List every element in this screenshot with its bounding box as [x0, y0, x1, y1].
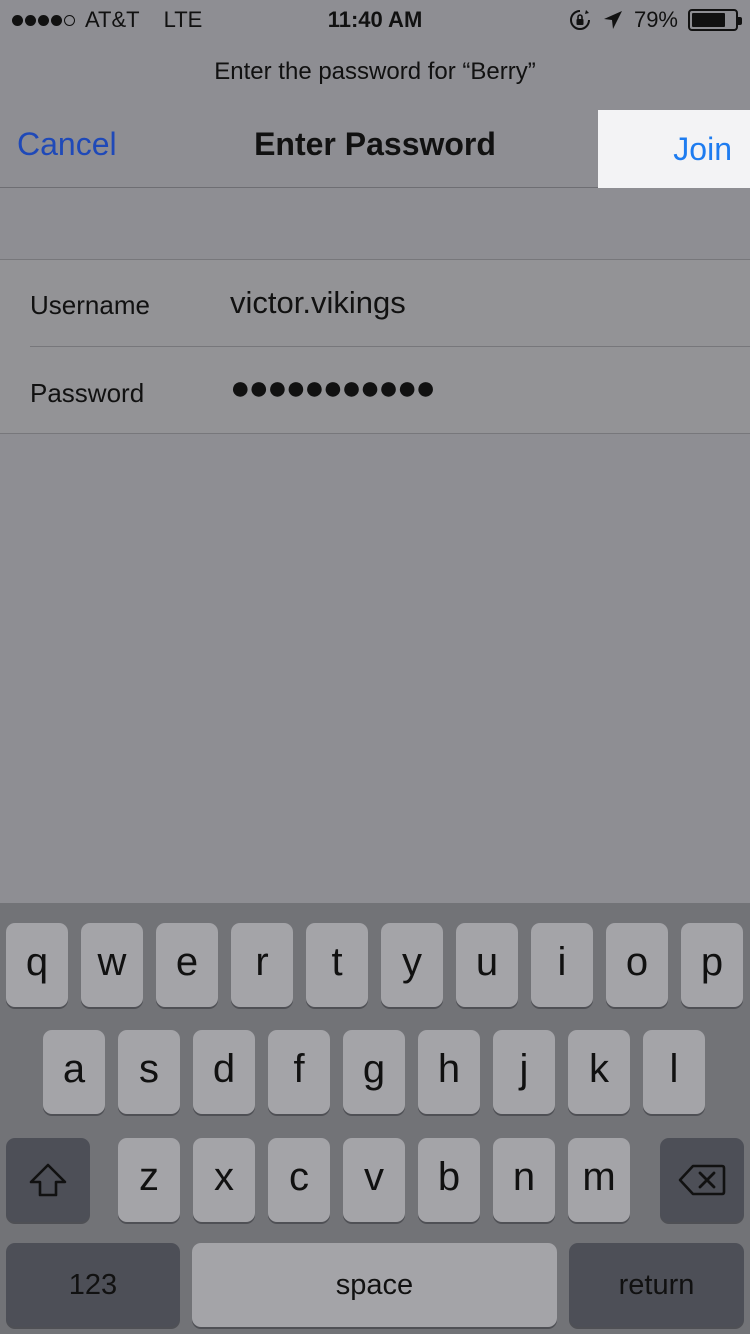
key-g[interactable]: g [343, 1030, 405, 1114]
key-h[interactable]: h [418, 1030, 480, 1114]
key-l[interactable]: l [643, 1030, 705, 1114]
username-field[interactable]: victor.vikings [230, 285, 406, 321]
key-a[interactable]: a [43, 1030, 105, 1114]
key-y[interactable]: y [381, 923, 443, 1007]
key-d[interactable]: d [193, 1030, 255, 1114]
signal-strength-icon [12, 14, 75, 26]
join-button[interactable]: Join [598, 110, 750, 188]
status-bar: AT&T LTE 11:40 AM 79% [0, 0, 750, 40]
return-key[interactable]: return [569, 1243, 744, 1327]
key-i[interactable]: i [531, 923, 593, 1007]
key-x[interactable]: x [193, 1138, 255, 1222]
battery-percentage: 79% [633, 7, 678, 32]
status-left: AT&T LTE [12, 7, 202, 33]
battery-icon [688, 9, 742, 31]
key-j[interactable]: j [493, 1030, 555, 1114]
key-z[interactable]: z [118, 1138, 180, 1222]
signal-dot [25, 14, 36, 26]
key-r[interactable]: r [231, 923, 293, 1007]
status-right: 79% [568, 7, 742, 33]
signal-dot-empty [64, 14, 75, 26]
keyboard: q w e r t y u i o p a s d f g h j k l z … [0, 903, 750, 1334]
key-e[interactable]: e [156, 923, 218, 1007]
shift-arrow-icon [28, 1162, 68, 1198]
password-label: Password [30, 378, 145, 408]
username-row[interactable]: Username victor.vikings [0, 260, 750, 347]
username-label: Username [30, 290, 150, 320]
key-v[interactable]: v [343, 1138, 405, 1222]
join-label: Join [673, 130, 732, 167]
key-o[interactable]: o [606, 923, 668, 1007]
password-prompt: Enter the password for “Berry” [214, 58, 536, 85]
cancel-button[interactable]: Cancel [17, 126, 117, 163]
orientation-lock-icon [568, 8, 592, 32]
key-q[interactable]: q [6, 923, 68, 1007]
key-n[interactable]: n [493, 1138, 555, 1222]
delete-key[interactable] [660, 1138, 744, 1222]
key-p[interactable]: p [681, 923, 743, 1007]
key-c[interactable]: c [268, 1138, 330, 1222]
password-row[interactable]: Password ●●●●●●●●●●● [0, 347, 750, 434]
network-type: LTE [163, 7, 203, 32]
password-field[interactable]: ●●●●●●●●●●● [230, 369, 436, 408]
key-m[interactable]: m [568, 1138, 630, 1222]
key-k[interactable]: k [568, 1030, 630, 1114]
navigation-bar: Cancel Enter Password Join [0, 110, 750, 188]
key-t[interactable]: t [306, 923, 368, 1007]
carrier-name: AT&T [85, 7, 140, 32]
signal-dot [51, 14, 62, 26]
credentials-form: Username victor.vikings Password ●●●●●●●… [0, 259, 750, 434]
battery-tip [738, 17, 742, 25]
signal-dot [12, 14, 23, 26]
shift-key[interactable] [6, 1138, 90, 1222]
space-key[interactable]: space [192, 1243, 557, 1327]
key-w[interactable]: w [81, 923, 143, 1007]
backspace-icon [678, 1163, 726, 1197]
signal-dot [38, 14, 49, 26]
key-b[interactable]: b [418, 1138, 480, 1222]
battery-fill [692, 13, 726, 27]
key-s[interactable]: s [118, 1030, 180, 1114]
key-u[interactable]: u [456, 923, 518, 1007]
key-f[interactable]: f [268, 1030, 330, 1114]
location-arrow-icon [602, 9, 624, 31]
numbers-key[interactable]: 123 [6, 1243, 180, 1327]
